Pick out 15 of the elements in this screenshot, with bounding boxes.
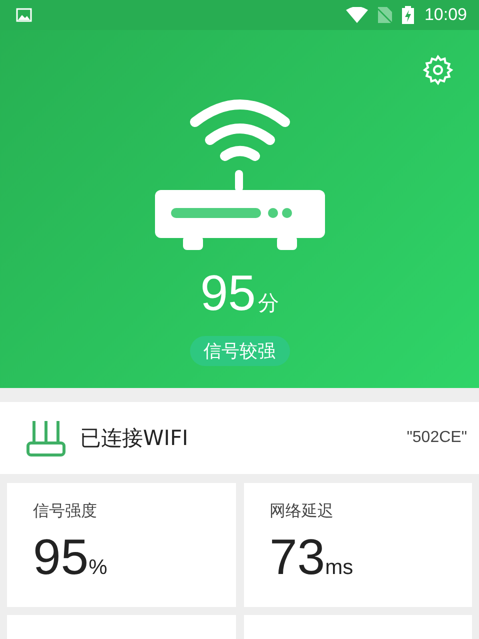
settings-icon[interactable] xyxy=(422,54,454,86)
stat-label: 网络延迟 xyxy=(270,501,334,522)
connection-status: 已连接WIFI xyxy=(80,425,190,452)
stat-value: 73ms xyxy=(270,528,354,586)
stat-value: 95% xyxy=(33,528,108,586)
battery-charging-icon xyxy=(402,6,414,24)
network-name: "502CE" xyxy=(406,429,467,447)
clock-time: 10:09 xyxy=(424,5,467,25)
signal-strength-badge: 信号较强 xyxy=(190,336,290,366)
stat-label: 信号强度 xyxy=(33,501,98,522)
signal-score: 95分 xyxy=(200,264,279,322)
router-icon xyxy=(26,419,66,457)
wifi-icon xyxy=(346,7,368,23)
image-icon xyxy=(16,8,32,22)
no-sim-icon xyxy=(378,7,392,23)
